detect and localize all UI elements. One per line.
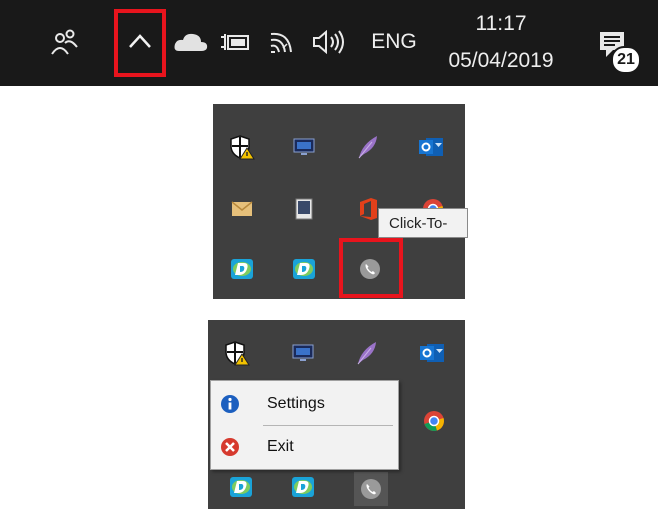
- clock-time: 11:17: [475, 12, 527, 35]
- speaker-icon[interactable]: [310, 27, 350, 57]
- exit-icon: [219, 436, 241, 458]
- clock-date: 05/04/2019: [448, 49, 554, 72]
- phone-icon[interactable]: [354, 472, 388, 506]
- chrome-icon[interactable]: [419, 406, 449, 436]
- outlook-icon[interactable]: [416, 132, 446, 162]
- hidden-icons-tray: [213, 104, 465, 299]
- show-hidden-icons-button[interactable]: [114, 9, 166, 77]
- clock[interactable]: 11:17 05/04/2019: [434, 6, 568, 80]
- cloud-icon[interactable]: [172, 27, 210, 57]
- defender-shield-icon[interactable]: [227, 132, 257, 162]
- taskbar: ENG 11:17 05/04/2019 21: [0, 0, 658, 86]
- monitor-icon[interactable]: [288, 338, 318, 368]
- battery-plug-icon[interactable]: [218, 27, 252, 57]
- dell-icon[interactable]: [227, 254, 257, 284]
- dell-icon[interactable]: [288, 472, 318, 502]
- menu-separator: [263, 425, 393, 426]
- chevron-up-icon: [128, 33, 152, 54]
- exit-menu-item[interactable]: Exit: [211, 427, 398, 467]
- notification-count-badge: 21: [611, 46, 641, 74]
- dell-icon[interactable]: [289, 254, 319, 284]
- monitor-icon[interactable]: [289, 132, 319, 162]
- language-indicator[interactable]: ENG: [366, 24, 422, 60]
- exit-label: Exit: [267, 438, 294, 455]
- info-icon: [219, 393, 241, 415]
- settings-menu-item[interactable]: Settings: [211, 384, 398, 424]
- tablet-icon[interactable]: [289, 194, 319, 224]
- settings-label: Settings: [267, 395, 325, 412]
- dell-icon[interactable]: [226, 472, 256, 502]
- people-icon[interactable]: [50, 27, 80, 57]
- tooltip: Click-To-: [378, 208, 468, 238]
- context-menu: Settings Exit: [210, 380, 399, 470]
- wifi-icon[interactable]: [266, 27, 296, 57]
- mail-envelope-icon[interactable]: [227, 194, 257, 224]
- phone-highlight: [339, 238, 403, 298]
- defender-shield-icon[interactable]: [222, 338, 252, 368]
- outlook-icon[interactable]: [417, 338, 447, 368]
- feather-icon[interactable]: [352, 338, 382, 368]
- feather-icon[interactable]: [353, 132, 383, 162]
